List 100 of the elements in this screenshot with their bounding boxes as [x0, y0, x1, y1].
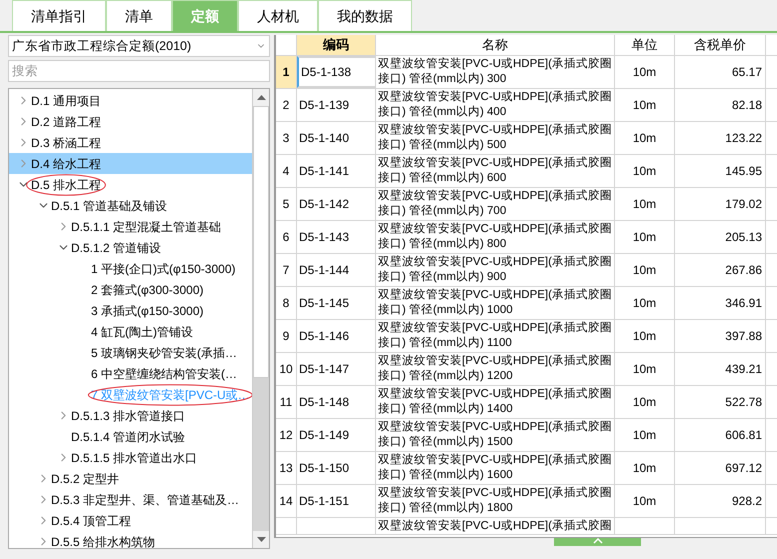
table-cell-text: 10m	[632, 427, 656, 444]
row-number[interactable]: 12	[276, 419, 297, 451]
table-cell-text: 双壁波纹管安装[PVC-U或HDPE](承插式胶圈	[378, 57, 613, 72]
tab[interactable]: 我的数据	[318, 0, 412, 31]
table-cell-text: 10m	[632, 394, 656, 411]
tree-item[interactable]: D.5.4 顶管工程	[9, 510, 252, 531]
row-number[interactable]: 9	[276, 320, 297, 352]
tree-item[interactable]: D.3 桥涵工程	[9, 132, 252, 153]
column-header[interactable]: 名称	[376, 35, 615, 55]
table-cell-text: 10m	[632, 361, 656, 378]
tree-item[interactable]: D.5.1.2 管道铺设	[9, 237, 252, 258]
table-cell-text: 接口) 管径(mm以内) 900	[378, 270, 508, 285]
row-number[interactable]: 5	[276, 188, 297, 220]
tree-item[interactable]: D.5.1.1 定型混凝土管道基础	[9, 216, 252, 237]
table-cell-text: 接口) 管径(mm以内) 400	[378, 105, 508, 120]
table-cell-text: D5-1-142	[299, 196, 350, 213]
table-cell-text: D5-1-147	[299, 361, 350, 378]
table-cell-text: 接口) 管径(mm以内) 1500	[378, 435, 514, 450]
tree-item[interactable]: 5 玻璃钢夹砂管安装(承插…	[9, 342, 252, 363]
tab[interactable]: 清单	[106, 0, 172, 31]
table-cell-text: 接口) 管径(mm以内) 500	[378, 138, 508, 153]
table-cell-text: 双壁波纹管安装[PVC-U或HDPE](承插式胶圈	[378, 90, 613, 105]
tab[interactable]: 人材机	[238, 0, 318, 31]
table-cell-text: D5-1-138	[301, 64, 352, 81]
row-number[interactable]: 4	[276, 155, 297, 187]
table-cell-text: 接口) 管径(mm以内) 800	[378, 237, 508, 252]
table-cell-text: 65.17	[732, 64, 762, 81]
table-cell-text: 接口) 管径(mm以内) 300	[378, 72, 508, 87]
table-cell-text: 522.78	[725, 394, 762, 411]
tree-item[interactable]: D.1 通用项目	[9, 90, 252, 111]
table-cell-text: D5-1-151	[299, 493, 350, 510]
column-header[interactable]: 单位	[615, 35, 675, 55]
tree-item[interactable]: D.2 道路工程	[9, 111, 252, 132]
table-cell-text: 接口) 管径(mm以内) 1800	[378, 501, 514, 516]
table-cell-text: 10m	[632, 196, 656, 213]
tree-item[interactable]: D.5.1.4 管道闭水试验	[9, 426, 252, 447]
table-cell-text: D5-1-139	[299, 97, 350, 114]
tree-item[interactable]: 4 缸瓦(陶土)管铺设	[9, 321, 252, 342]
table-cell-text: 10m	[632, 163, 656, 180]
tree-item[interactable]: D.5.5 给排水构筑物	[9, 531, 252, 548]
table-cell-text: 接口) 管径(mm以内) 1400	[378, 402, 514, 417]
table-cell-text: D5-1-140	[299, 130, 350, 147]
table-cell-text: 10m	[632, 262, 656, 279]
table-cell-text: 接口) 管径(mm以内) 600	[378, 171, 508, 186]
column-header[interactable]: 编码	[297, 35, 376, 55]
table-cell-text: D5-1-141	[299, 163, 350, 180]
table-cell-text: D5-1-149	[299, 427, 350, 444]
table-cell-text: 双壁波纹管安装[PVC-U或HDPE](承插式胶圈	[378, 288, 613, 303]
scroll-up-icon	[256, 95, 266, 100]
row-number[interactable]: 11	[276, 386, 297, 418]
row-number[interactable]: 10	[276, 353, 297, 385]
table-cell-text: 双壁波纹管安装[PVC-U或HDPE](承插式胶圈	[378, 255, 613, 270]
table-cell-text: D5-1-150	[299, 460, 350, 477]
table-cell-text: 接口) 管径(mm以内) 1600	[378, 468, 514, 483]
tree-item[interactable]: D.5.1 管道基础及铺设	[9, 195, 252, 216]
table-cell-text: 10m	[632, 97, 656, 114]
tree-item[interactable]: 6 中空壁缠绕结构管安装(…	[9, 363, 252, 384]
table-cell-text: D5-1-143	[299, 229, 350, 246]
column-header[interactable]: 含税单价	[675, 35, 766, 55]
row-number[interactable]: 8	[276, 287, 297, 319]
tree-item[interactable]: D.5.1.3 排水管道接口	[9, 405, 252, 426]
dropdown-value: 广东省市政工程综合定额(2010)	[12, 38, 192, 55]
scroll-down-icon	[256, 537, 266, 542]
table-cell-text: 697.12	[725, 460, 762, 477]
table-cell-text: D5-1-144	[299, 262, 350, 279]
row-number[interactable]: 7	[276, 254, 297, 286]
table-cell-text: 双壁波纹管安装[PVC-U或HDPE](承插式胶圈	[378, 387, 613, 402]
table-cell-text: 606.81	[725, 427, 762, 444]
table-cell-text: 双壁波纹管安装[PVC-U或HDPE](承插式胶圈	[378, 189, 613, 204]
row-number[interactable]: 3	[276, 122, 297, 154]
table-cell-text: 10m	[632, 229, 656, 246]
tree-item[interactable]: 2 套箍式(φ300-3000)	[9, 279, 252, 300]
scrollbar[interactable]	[252, 89, 269, 548]
table-cell-text: 10m	[632, 130, 656, 147]
row-number[interactable]: 1	[276, 56, 297, 88]
tree-item[interactable]: D.5 排水工程	[9, 174, 252, 195]
table-cell-text: 接口) 管径(mm以内) 1100	[378, 336, 513, 351]
table-cell-text: D5-1-148	[299, 394, 350, 411]
row-number[interactable]: 2	[276, 89, 297, 121]
table-cell-text: 10m	[632, 328, 656, 345]
tree-item[interactable]: D.5.3 非定型井、渠、管道基础及…	[9, 489, 252, 510]
panel-handle[interactable]	[554, 538, 641, 546]
library-dropdown[interactable]: 广东省市政工程综合定额(2010)	[8, 35, 270, 57]
tree-item[interactable]: D.5.1.5 排水管道出水口	[9, 447, 252, 468]
row-number[interactable]: 13	[276, 452, 297, 484]
table-cell-text: 双壁波纹管安装[PVC-U或HDPE](承插式胶圈	[378, 354, 613, 369]
row-number[interactable]: 14	[276, 485, 297, 517]
search-field[interactable]: 搜索	[8, 60, 270, 82]
tree-item[interactable]: 3 承插式(φ150-3000)	[9, 300, 252, 321]
table-cell-text: 双壁波纹管安装[PVC-U或HDPE](承插式胶圈	[378, 321, 613, 336]
tree-item[interactable]: 1 平接(企口)式(φ150-3000)	[9, 258, 252, 279]
table-cell-text: 928.2	[732, 493, 762, 510]
tree-item[interactable]: D.4 给水工程	[9, 153, 252, 174]
row-number[interactable]: 6	[276, 221, 297, 253]
tab[interactable]: 清单指引	[12, 0, 106, 31]
table-cell-text: 205.13	[725, 229, 762, 246]
table-cell-text: 267.86	[725, 262, 762, 279]
table-cell-text: 双壁波纹管安装[PVC-U或HDPE](承插式胶圈	[378, 486, 613, 501]
tree-item[interactable]: D.5.2 定型井	[9, 468, 252, 489]
table-cell-text: 双壁波纹管安装[PVC-U或HDPE](承插式胶圈	[378, 156, 613, 171]
